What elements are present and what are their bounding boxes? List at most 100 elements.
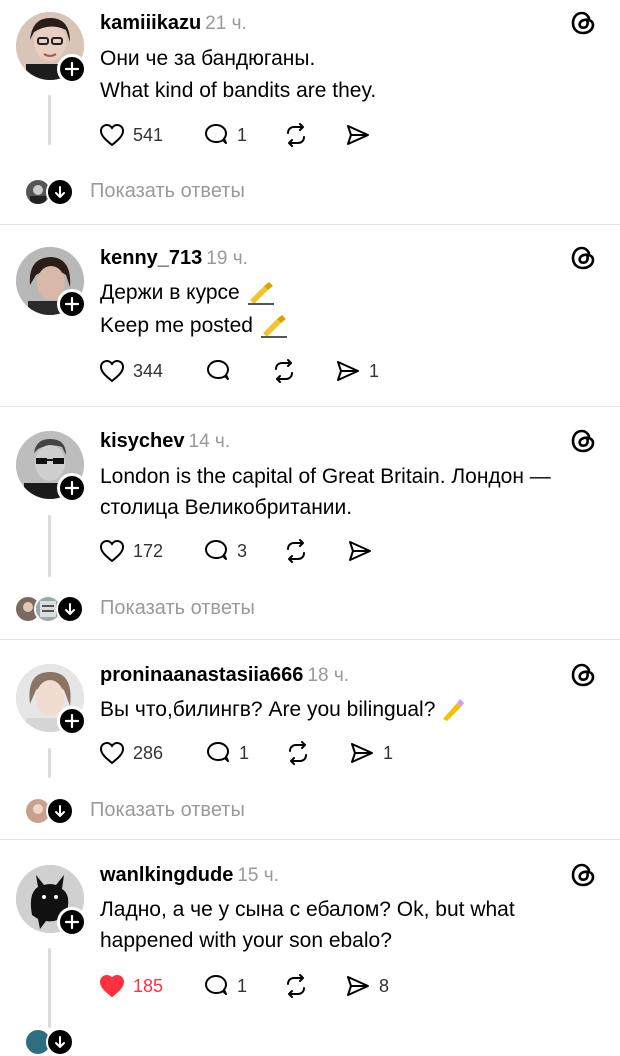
post-text-line: What kind of bandits are they. (100, 79, 377, 102)
post-header: wanlkingdude 15 ч. (100, 862, 279, 889)
threads-logo-icon[interactable] (568, 426, 598, 456)
avatar-wrap (16, 12, 87, 84)
post-text: Держи в курсе (100, 281, 240, 304)
username[interactable]: kisychev (100, 430, 185, 452)
avatar-wrap (16, 247, 87, 319)
writing-hand-emoji-icon (259, 313, 289, 339)
heart-icon (99, 539, 125, 563)
like-button[interactable]: 286 (98, 738, 163, 768)
reply-button[interactable]: 1 (202, 120, 247, 150)
username[interactable]: kenny_713 (100, 247, 202, 269)
comment-icon (207, 742, 229, 762)
post-text-line: happened with your son ebalo? (100, 929, 392, 952)
share-count: 8 (379, 975, 390, 996)
post-text: Keep me posted (100, 314, 253, 337)
post-header: proninaanastasiia666 18 ч. (100, 662, 349, 689)
share-button[interactable]: 1 (334, 356, 379, 386)
show-replies-label: Показать ответы (90, 180, 245, 202)
post-kisychev: kisychev 14 ч. London is the capital of G… (0, 407, 620, 640)
repost-button[interactable] (282, 120, 310, 150)
share-button[interactable]: 8 (344, 971, 389, 1001)
threads-logo-icon[interactable] (568, 660, 598, 690)
follow-plus-button[interactable] (57, 473, 87, 503)
reply-button[interactable]: 3 (202, 536, 247, 566)
repost-icon (287, 539, 305, 563)
comment-icon (205, 975, 227, 995)
like-button[interactable]: 344 (98, 356, 163, 386)
repost-button[interactable] (270, 356, 298, 386)
send-icon (347, 125, 369, 145)
follow-plus-button[interactable] (57, 706, 87, 736)
repost-button[interactable] (284, 738, 312, 768)
repost-icon (275, 359, 293, 383)
plus-icon (65, 481, 79, 495)
follow-plus-button[interactable] (57, 289, 87, 319)
writing-hand-emoji-icon (246, 280, 276, 306)
like-button[interactable]: 185 (98, 971, 163, 1001)
threads-logo-icon[interactable] (568, 8, 598, 38)
send-icon (337, 361, 359, 381)
post-text-line: Keep me posted (100, 311, 289, 341)
arrow-down-icon (46, 797, 74, 825)
reply-button[interactable] (204, 356, 232, 386)
post-kenny_713: kenny_713 19 ч. Держи в курсе Keep me pos… (0, 225, 620, 407)
plus-icon (65, 62, 79, 76)
follow-plus-button[interactable] (57, 907, 87, 937)
thread-line (48, 515, 51, 577)
thread-line (48, 948, 51, 1028)
post-time: 19 ч. (206, 248, 248, 269)
plus-icon (65, 297, 79, 311)
post-header: kenny_713 19 ч. (100, 245, 248, 272)
like-count: 344 (133, 360, 164, 381)
repost-button[interactable] (282, 971, 310, 1001)
like-button[interactable]: 541 (98, 120, 163, 150)
post-header: kisychev 14 ч. (100, 428, 230, 455)
arrow-down-icon (46, 1028, 74, 1056)
post-text-line: Держи в курсе (100, 278, 276, 308)
show-replies-label: Показать ответы (100, 597, 255, 619)
arrow-down-icon (46, 178, 74, 206)
username[interactable]: kamiiikazu (100, 12, 201, 34)
follow-plus-button[interactable] (57, 54, 87, 84)
threads-logo-icon[interactable] (568, 860, 598, 890)
thread-line (48, 748, 51, 778)
share-button[interactable] (344, 120, 372, 150)
post-proninaanastasiia666: proninaanastasiia666 18 ч. Вы что,билингв… (0, 640, 620, 840)
reply-button[interactable]: 1 (204, 738, 249, 768)
post-time: 14 ч. (188, 431, 231, 452)
username[interactable]: proninaanastasiia666 (100, 664, 303, 686)
send-icon (349, 541, 371, 561)
reply-count: 3 (237, 540, 248, 561)
post-header: kamiiikazu 21 ч. (100, 10, 247, 37)
post-text-line: Они че за бандюганы. (100, 47, 316, 70)
threads-logo-icon[interactable] (568, 243, 598, 273)
repost-button[interactable] (282, 536, 310, 566)
send-icon (351, 743, 373, 763)
share-button[interactable]: 1 (348, 738, 393, 768)
reply-count: 1 (237, 975, 248, 996)
reply-count: 1 (237, 124, 248, 145)
post-kamiiikazu: kamiiikazu 21 ч. Они че за бандюганы. Wha… (0, 0, 620, 225)
post-text: Вы что,билингв? Are you bilingual? (100, 698, 436, 721)
arrow-down-icon (56, 595, 84, 623)
like-button[interactable]: 172 (98, 536, 163, 566)
show-replies-button[interactable]: Показать ответы (14, 593, 304, 623)
like-count: 286 (133, 742, 164, 763)
post-text-line: Вы что,билингв? Are you bilingual? (100, 695, 467, 725)
reply-button[interactable]: 1 (202, 971, 247, 1001)
comment-icon (207, 360, 229, 380)
show-replies-button[interactable] (24, 1026, 114, 1056)
avatar-wrap (16, 865, 87, 937)
repost-icon (289, 741, 307, 765)
plus-icon (65, 915, 79, 929)
share-button[interactable] (346, 536, 374, 566)
reply-count: 1 (239, 742, 250, 763)
like-count: 185 (133, 975, 164, 996)
avatar-wrap (16, 664, 87, 736)
show-replies-button[interactable]: Показать ответы (24, 795, 284, 825)
share-count: 1 (383, 742, 394, 763)
show-replies-button[interactable]: Показать ответы (24, 176, 284, 206)
username[interactable]: wanlkingdude (100, 864, 233, 886)
post-wanlkingdude: wanlkingdude 15 ч. Ладно, а че у сына с е… (0, 840, 620, 1056)
repost-icon (287, 123, 305, 147)
